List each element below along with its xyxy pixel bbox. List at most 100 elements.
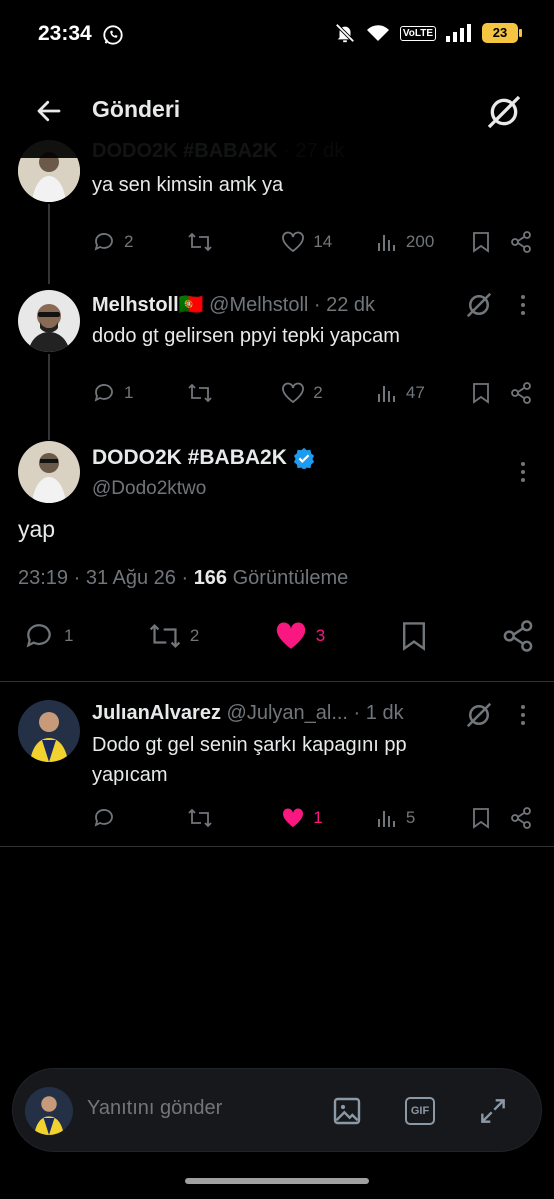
- bookmark-button[interactable]: [471, 807, 510, 829]
- bookmark-icon: [472, 808, 489, 829]
- bookmark-button[interactable]: [400, 620, 428, 652]
- retweet-count: 2: [189, 626, 200, 645]
- reply-count: 2: [124, 232, 134, 251]
- gif-button[interactable]: GIF: [405, 1097, 435, 1125]
- bookmark-button[interactable]: [471, 382, 510, 404]
- like-count: 14: [313, 232, 333, 251]
- retweet-button[interactable]: [187, 807, 282, 829]
- like-count: 1: [313, 808, 323, 827]
- more-options-icon[interactable]: [519, 704, 527, 726]
- reply-button[interactable]: [92, 806, 187, 830]
- views-button[interactable]: 200: [376, 231, 471, 253]
- views-button[interactable]: 5: [376, 807, 471, 829]
- reply-button[interactable]: 1: [22, 620, 73, 652]
- tweet-header: Melhstoll🇵🇹 @Melhstoll · 22 dk: [92, 292, 375, 317]
- share-button[interactable]: [510, 807, 532, 829]
- retweet-icon: [149, 623, 181, 649]
- expand-icon[interactable]: [477, 1095, 509, 1127]
- retweet-button[interactable]: [187, 382, 282, 404]
- thread-line: [48, 204, 50, 284]
- divider: [0, 681, 554, 682]
- views-label: Görüntüleme: [227, 567, 349, 589]
- retweet-icon: [188, 383, 212, 403]
- image-icon[interactable]: [331, 1095, 363, 1127]
- like-count: 2: [313, 383, 323, 402]
- like-button[interactable]: 1: [281, 807, 376, 829]
- views-icon: [377, 386, 395, 402]
- retweet-icon: [188, 808, 212, 828]
- heart-icon: [282, 231, 305, 253]
- reply-count: 1: [64, 626, 74, 645]
- reply-icon: [26, 624, 51, 648]
- page-title: Gönderi: [92, 96, 181, 122]
- views-count: 200: [405, 232, 435, 251]
- thread-line: [48, 354, 50, 440]
- reply-button[interactable]: 2: [92, 230, 187, 254]
- more-options-icon[interactable]: [519, 294, 527, 316]
- share-button[interactable]: [510, 231, 532, 253]
- reply-count: 1: [124, 383, 134, 402]
- reply-composer[interactable]: Yanıtını gönder GIF: [12, 1068, 542, 1152]
- tweet-meta: 23:19 · 31 Ağu 26 · 166 Görüntüleme: [18, 567, 348, 590]
- tweet-text: ya sen kimsin amk ya: [92, 174, 284, 196]
- main-tweet-author[interactable]: DODO2K #BABA2K: [92, 446, 315, 470]
- like-count: 3: [315, 626, 326, 645]
- heart-filled-icon: [283, 808, 304, 827]
- share-icon: [511, 807, 531, 829]
- avatar[interactable]: [18, 441, 80, 503]
- like-button[interactable]: 14: [281, 231, 376, 253]
- views-button[interactable]: 47: [376, 382, 471, 404]
- reply-icon: [94, 809, 113, 827]
- tweet-actions: 2 14 200: [92, 230, 532, 254]
- share-icon: [511, 382, 531, 404]
- avatar[interactable]: [18, 700, 80, 762]
- author-name[interactable]: DODO2K #BABA2K: [92, 446, 287, 470]
- bookmark-icon: [402, 622, 425, 651]
- avatar[interactable]: [18, 290, 80, 352]
- tweet-actions: 1 5: [92, 806, 532, 830]
- more-options-icon[interactable]: [519, 461, 527, 483]
- share-icon: [503, 620, 533, 652]
- verified-badge-icon: [293, 447, 314, 469]
- back-arrow-icon[interactable]: [34, 96, 64, 126]
- retweet-button[interactable]: [187, 231, 282, 253]
- retweet-icon: [188, 232, 212, 252]
- views-count: 5: [405, 808, 416, 827]
- mute-bell-icon: [334, 22, 356, 44]
- heart-filled-icon: [276, 622, 305, 649]
- grok-icon[interactable]: [464, 290, 494, 320]
- tweet-header: JulıanAlvarez @Julyan_al... · 1 dk: [92, 702, 404, 725]
- author-name[interactable]: Melhstoll🇵🇹: [92, 294, 204, 316]
- avatar: [25, 1087, 73, 1135]
- views-icon: [377, 811, 395, 827]
- author-name[interactable]: JulıanAlvarez: [92, 702, 221, 724]
- share-button[interactable]: [502, 620, 534, 652]
- wifi-icon: [366, 23, 390, 43]
- tweet-text: dodo gt gelirsen ppyi tepki yapcam: [92, 325, 400, 347]
- reply-icon: [94, 384, 113, 402]
- views-icon: [377, 235, 395, 251]
- views-count: 166: [193, 567, 228, 589]
- grok-icon[interactable]: [464, 700, 494, 730]
- status-bar: 23:34 VoLTE 23: [0, 0, 554, 70]
- tweet-text: Dodo gt gel senin şarkı kapagını pp yapı…: [92, 730, 407, 790]
- bookmark-button[interactable]: [471, 231, 510, 253]
- signal-icon: [446, 24, 472, 42]
- reply-input[interactable]: Yanıtını gönder: [87, 1097, 222, 1120]
- grok-icon[interactable]: [484, 92, 524, 132]
- views-count: 47: [405, 383, 425, 402]
- heart-icon: [282, 382, 305, 404]
- reply-button[interactable]: 1: [92, 381, 187, 405]
- tweet-timestamp[interactable]: 23:19 · 31 Ağu 26 ·: [18, 567, 194, 589]
- like-button[interactable]: 2: [281, 382, 376, 404]
- share-button[interactable]: [510, 382, 532, 404]
- reply-icon: [94, 233, 113, 251]
- home-indicator[interactable]: [185, 1178, 369, 1184]
- top-header: Gönderi: [0, 70, 554, 158]
- volte-badge: VoLTE: [399, 25, 436, 41]
- tweet-text-line: Dodo gt gel senin şarkı kapagını pp: [92, 734, 407, 756]
- main-tweet-actions: 1 2 3: [22, 620, 534, 652]
- like-button[interactable]: 3: [274, 620, 325, 652]
- retweet-button[interactable]: 2: [148, 621, 199, 651]
- author-handle: @Melhstoll · 22 dk: [209, 294, 376, 316]
